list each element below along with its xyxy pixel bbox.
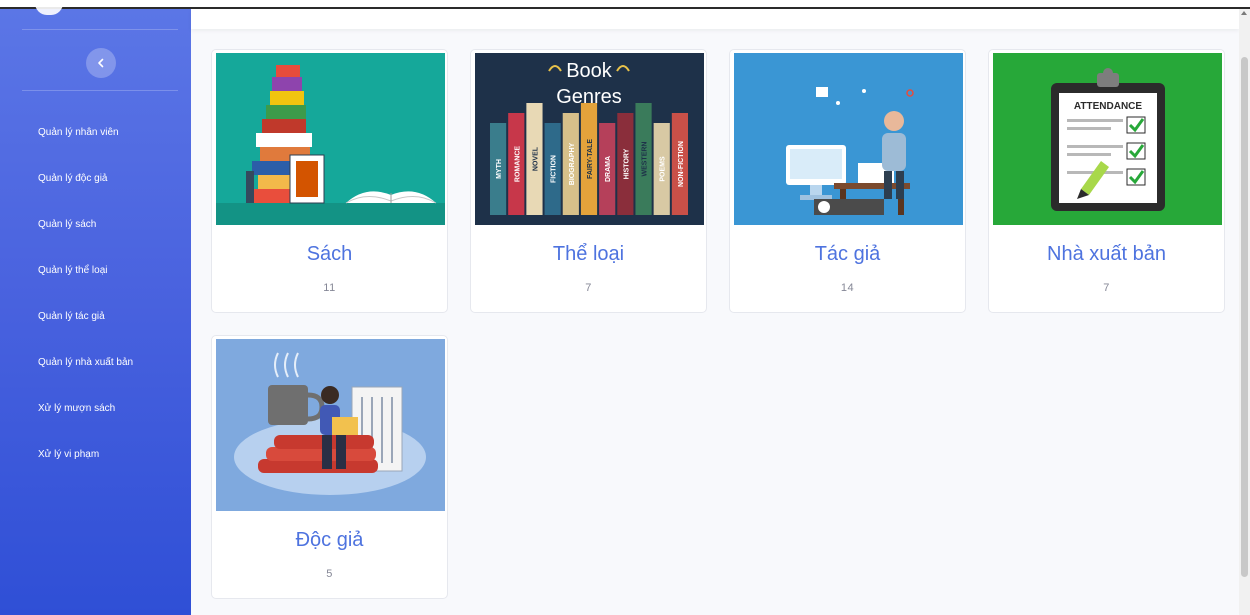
card-books[interactable]: Sách 11 — [211, 49, 448, 313]
book-genres-illustration: Book Genres MYTH ROMANCE NOVEL FICTION BIOGR… — [475, 53, 704, 225]
page-scrollbar[interactable] — [1239, 9, 1250, 615]
sidebar-item-authors[interactable]: Quản lý tác giả — [0, 293, 191, 339]
card-title: Thể loại — [552, 243, 625, 265]
card-title: Nhà xuất bản — [1047, 243, 1166, 265]
brand-logo[interactable] — [35, 3, 63, 15]
card-title: Sách — [306, 243, 353, 265]
card-genres[interactable]: Book Genres MYTH ROMANCE NOVEL FICTION BIOGR… — [470, 49, 707, 313]
sidebar-item-genres[interactable]: Quản lý thể loại — [0, 247, 191, 293]
book-spine-label: ROMANCE — [514, 146, 521, 182]
card-authors[interactable]: Tác giả 14 — [729, 49, 966, 313]
scrollbar-thumb[interactable] — [1241, 57, 1248, 577]
card-count: 14 — [840, 282, 855, 294]
genres-heading-line1: Book — [566, 60, 613, 82]
sidebar-item-violations[interactable]: Xử lý vi phạm — [0, 431, 191, 477]
stacked-books-illustration — [216, 53, 445, 225]
scroll-up-arrow-icon[interactable] — [1241, 11, 1247, 15]
sidebar-item-publishers[interactable]: Quản lý nhà xuất bản — [0, 339, 191, 385]
book-spine-label: WESTERN — [642, 142, 649, 177]
sidebar-item-staff[interactable]: Quản lý nhân viên — [0, 109, 191, 155]
book-spine-label: POEMS — [660, 156, 667, 182]
attendance-label: ATTENDANCE — [1074, 101, 1142, 112]
chevron-left-icon — [98, 58, 104, 68]
sidebar: Quản lý nhân viên Quản lý độc giả Quản l… — [0, 3, 191, 615]
book-spine-label: FAIRY-TALE — [587, 139, 594, 179]
sidebar-item-borrowing[interactable]: Xử lý mượn sách — [0, 385, 191, 431]
sidebar-item-books[interactable]: Quản lý sách — [0, 201, 191, 247]
card-publishers[interactable]: ATTENDANCE Nhà xuất bản 7 — [988, 49, 1225, 313]
card-readers[interactable]: Độc giả 5 — [211, 335, 448, 599]
attendance-clipboard-illustration: ATTENDANCE — [993, 53, 1222, 225]
card-count: 5 — [326, 568, 333, 580]
reader-with-books-illustration — [216, 339, 445, 511]
card-count: 7 — [1103, 282, 1110, 294]
card-title: Độc giả — [295, 529, 364, 551]
book-spine-label: HISTORY — [623, 148, 630, 179]
main-content: Sách 11 Book Genres MYTH ROMANCE NOVEL FICT… — [191, 9, 1239, 615]
sidebar-toggle-button[interactable] — [86, 48, 116, 78]
sidebar-nav: Quản lý nhân viên Quản lý độc giả Quản l… — [0, 109, 191, 477]
author-at-desk-illustration — [734, 53, 963, 225]
book-spine-label: BIOGRAPHY — [569, 142, 576, 185]
sidebar-divider — [22, 29, 178, 30]
topbar — [191, 9, 1239, 29]
book-spine-label: DRAMA — [605, 156, 612, 182]
book-spine-label: NON-FICTION — [678, 141, 685, 187]
book-spine-label: FICTION — [551, 155, 558, 183]
sidebar-item-readers[interactable]: Quản lý độc giả — [0, 155, 191, 201]
sidebar-divider — [22, 90, 178, 91]
card-count: 11 — [323, 282, 336, 294]
book-spine-label: MYTH — [496, 159, 503, 179]
book-spine-label: NOVEL — [532, 146, 539, 171]
card-count: 7 — [585, 282, 592, 294]
card-title: Tác giả — [814, 243, 881, 265]
